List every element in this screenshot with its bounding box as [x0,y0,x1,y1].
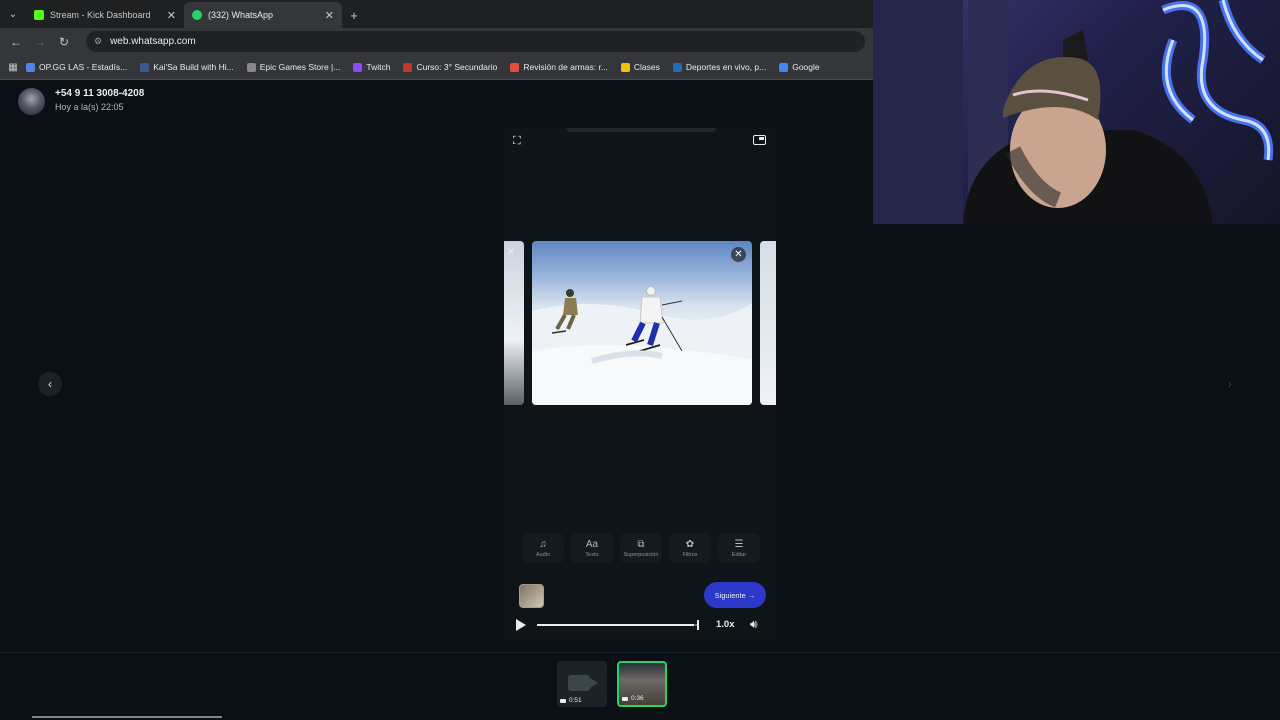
bookmark-label: Kai'Sa Build with Hi... [153,62,234,72]
bookmark-label: Clases [633,62,660,72]
bookmark-favicon-icon [403,62,413,72]
bookmark-label: Revisión de armas: r... [523,62,608,72]
browser-tab-bar: ⌄ Stream - Kick Dashboard ✕ (332) WhatsA… [0,0,873,28]
overlay-icon: ⧉ [637,538,645,550]
bookmark-favicon-icon [779,62,789,72]
text-icon: Aa [585,538,599,550]
bookmark-item[interactable]: Twitch [353,62,390,72]
reload-icon[interactable]: ↻ [52,35,76,49]
bookmarks-bar: ▦ OP.GG LAS - Estadís... Kai'Sa Build wit… [0,55,873,80]
video-thumbnail[interactable]: 0:51 [557,661,607,707]
back-icon[interactable]: ← [4,35,28,49]
bookmark-item[interactable]: Deportes en vivo, p... [672,62,767,72]
close-tab-icon[interactable]: ✕ [167,9,176,22]
tool-label: Superposición [623,551,659,558]
bookmark-favicon-icon [246,62,256,72]
playback-speed[interactable]: 1.0x [716,619,735,630]
ski-scene [532,286,752,405]
whatsapp-icon [192,10,202,20]
apps-grid-icon[interactable]: ▦ [0,62,26,73]
audio-tool-button[interactable]: ♫ Audio [522,533,564,563]
bookmark-label: OP.GG LAS - Estadís... [39,62,128,72]
sliders-icon: ☰ [734,538,744,550]
previous-clip[interactable]: ✕ [504,241,524,405]
tool-label: Editar [731,551,747,558]
notch [566,128,716,132]
bookmark-favicon-icon [353,62,363,72]
bookmark-favicon-icon [620,62,630,72]
bookmark-label: Google [792,62,820,72]
volume-icon[interactable]: 🔊︎ [750,617,758,632]
remove-clip-button[interactable]: ✕ [731,247,746,262]
text-tool-button[interactable]: Aa Texto [571,533,613,563]
kick-icon [34,10,44,20]
previous-media-button[interactable]: ‹ [38,372,62,396]
webcam-overlay [873,0,1280,224]
close-tab-icon[interactable]: ✕ [325,9,334,22]
tab-title: (332) WhatsApp [208,10,274,20]
tool-label: Filtros [682,551,698,558]
video-thumbnail-selected[interactable]: 0:36 [617,661,667,707]
overlay-tool-button[interactable]: ⧉ Superposición [620,533,662,563]
video-duration: 0:51 [560,697,582,704]
tab-title: Stream - Kick Dashboard [50,10,151,20]
playback-scrubber[interactable] [537,620,699,630]
video-editor-frame: ⛶ ✕ ✕ ♫ Audio Aa Texto ⧉ Superposición ✿… [504,128,776,640]
bookmark-favicon-icon [140,62,150,72]
next-media-button[interactable]: › [1218,372,1242,396]
bookmark-favicon-icon [26,62,35,72]
scrubber-handle[interactable] [697,620,699,630]
cover-thumbnail-button[interactable] [519,584,544,608]
video-camera-icon [568,675,598,691]
bookmark-item[interactable]: Clases [620,62,660,72]
picture-in-picture-icon[interactable] [753,135,766,145]
fullscreen-icon[interactable]: ⛶ [513,135,525,147]
bookmark-label: Deportes en vivo, p... [685,62,767,72]
tab-search-icon[interactable]: ⌄ [0,0,26,28]
bookmark-item[interactable]: Curso: 3° Secundario [403,62,497,72]
video-duration: 0:36 [622,695,644,702]
play-icon[interactable] [515,618,527,632]
tool-label: Texto [585,551,599,558]
edit-tool-button[interactable]: ☰ Editar [718,533,760,563]
music-note-icon: ♫ [539,538,547,550]
bookmark-item[interactable]: Revisión de armas: r... [510,62,608,72]
camera-icon [622,696,628,701]
bookmark-label: Epic Games Store |... [259,62,341,72]
filters-tool-button[interactable]: ✿ Filtros [669,533,711,563]
url-text: web.whatsapp.com [110,36,196,47]
bookmark-label: Curso: 3° Secundario [416,62,498,72]
contact-name: +54 9 11 3008-4208 [55,88,145,99]
bookmark-favicon-icon [510,62,520,72]
next-button[interactable]: Siguiente → [704,582,766,608]
media-viewer-header: +54 9 11 3008-4208 Hoy a la(s) 22:05 [0,81,873,121]
tool-label: Audio [535,551,551,558]
tab-kick-dashboard[interactable]: Stream - Kick Dashboard ✕ [26,2,184,28]
new-tab-button[interactable]: + [342,2,366,28]
camera-icon [560,698,566,703]
url-field[interactable]: ⚙ web.whatsapp.com [86,31,865,52]
address-bar-row: ← → ↻ ⚙ web.whatsapp.com [0,28,873,55]
bookmark-favicon-icon [672,62,682,72]
bookmark-item[interactable]: Kai'Sa Build with Hi... [140,62,234,72]
message-time: Hoy a la(s) 22:05 [55,102,124,112]
avatar[interactable] [18,88,45,115]
remove-clip-icon[interactable]: ✕ [505,247,517,259]
bookmark-label: Twitch [366,62,391,72]
bookmark-item[interactable]: OP.GG LAS - Estadís... [26,62,127,72]
site-info-icon[interactable]: ⚙ [94,36,102,47]
selected-clip[interactable]: ✕ [532,241,752,405]
bookmark-item[interactable]: Google [779,62,820,72]
filters-icon: ✿ [685,538,695,550]
tab-whatsapp[interactable]: (332) WhatsApp ✕ [184,2,342,28]
taskbar-edge [32,716,222,718]
bookmark-item[interactable]: Epic Games Store |... [246,62,341,72]
media-strip: 0:51 0:36 [0,652,1280,720]
edit-toolbar: ♫ Audio Aa Texto ⧉ Superposición ✿ Filtr… [522,533,760,563]
forward-icon[interactable]: → [28,35,52,49]
streamer-webcam-image [873,0,1274,224]
next-clip[interactable] [760,241,776,405]
